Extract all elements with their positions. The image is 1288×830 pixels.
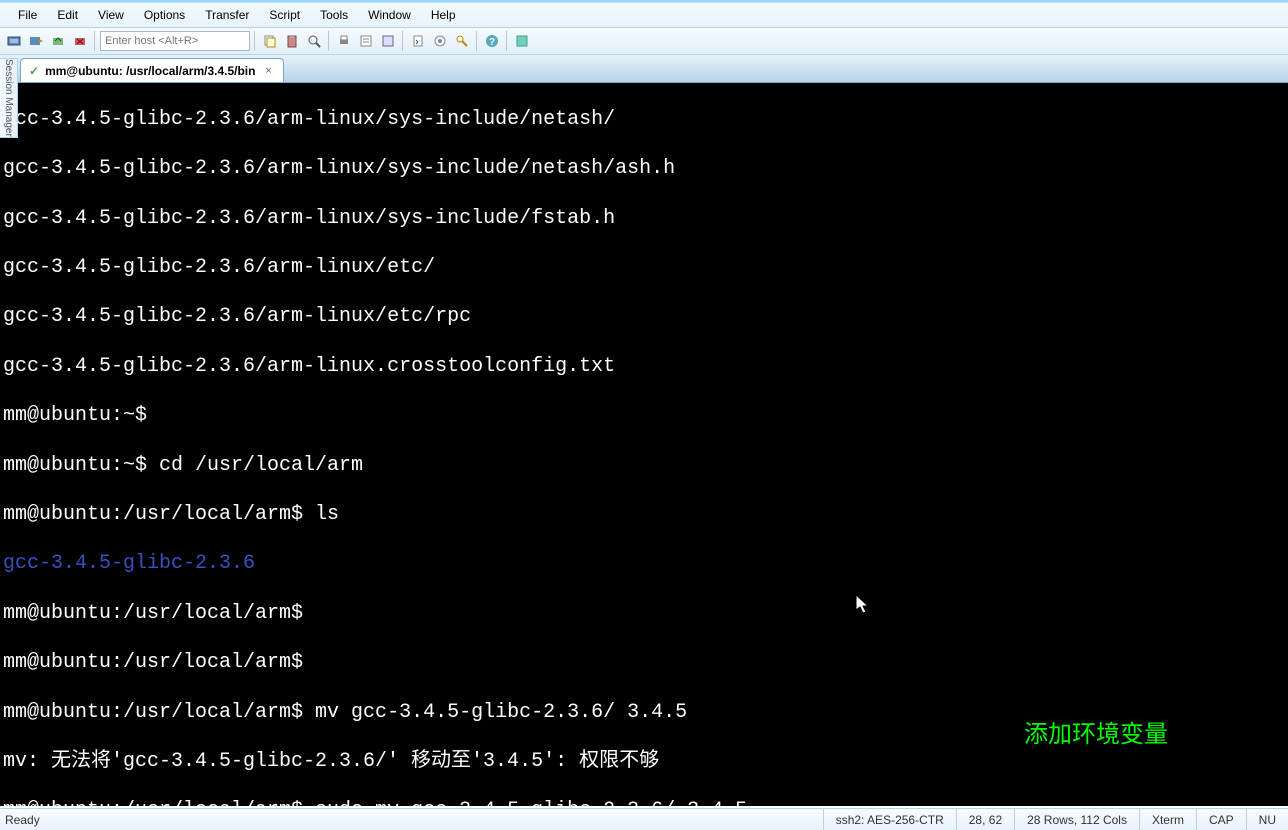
reconnect-icon[interactable]	[48, 31, 68, 51]
toolbar-separator	[254, 31, 256, 51]
toolbar-separator	[94, 31, 96, 51]
paste-icon[interactable]	[282, 31, 302, 51]
menu-file[interactable]: File	[8, 5, 47, 25]
terminal-line: mv: 无法将'gcc-3.4.5-glibc-2.3.6/' 移动至'3.4.…	[3, 750, 1288, 775]
session-manager-tab[interactable]: Session Manager	[0, 58, 18, 138]
status-termtype: Xterm	[1139, 809, 1196, 830]
terminal-line: mm@ubuntu:~$	[3, 404, 1288, 429]
help-icon[interactable]: ?	[482, 31, 502, 51]
status-position: 28, 62	[956, 809, 1014, 830]
menu-options[interactable]: Options	[134, 5, 195, 25]
terminal-line: mm@ubuntu:~$ cd /usr/local/arm	[3, 454, 1288, 479]
quick-connect-icon[interactable]	[26, 31, 46, 51]
menu-transfer[interactable]: Transfer	[195, 5, 259, 25]
toolbar: ?	[0, 28, 1288, 55]
menu-script[interactable]: Script	[259, 5, 310, 25]
menu-tools[interactable]: Tools	[310, 5, 358, 25]
properties-icon[interactable]	[356, 31, 376, 51]
status-ready: Ready	[0, 813, 823, 827]
script-icon[interactable]	[408, 31, 428, 51]
window-icon[interactable]	[512, 31, 532, 51]
copy-icon[interactable]	[260, 31, 280, 51]
host-input[interactable]	[100, 31, 250, 51]
toolbar-separator	[402, 31, 404, 51]
annotation-text: 添加环境变量	[1024, 723, 1168, 748]
toolbar-separator	[328, 31, 330, 51]
terminal-line: mm@ubuntu:/usr/local/arm$ sudo mv gcc-3.…	[3, 799, 1288, 806]
status-num: NU	[1246, 809, 1288, 830]
terminal-line: gcc-3.4.5-glibc-2.3.6/arm-linux/sys-incl…	[3, 108, 1288, 133]
tab-close-icon[interactable]: ×	[261, 64, 275, 78]
menu-edit[interactable]: Edit	[47, 5, 88, 25]
session-options-icon[interactable]	[378, 31, 398, 51]
terminal[interactable]: gcc-3.4.5-glibc-2.3.6/arm-linux/sys-incl…	[0, 83, 1288, 806]
terminal-line: mm@ubuntu:/usr/local/arm$ ls	[3, 503, 1288, 528]
svg-text:?: ?	[489, 37, 495, 48]
tab-title: mm@ubuntu: /usr/local/arm/3.4.5/bin	[45, 64, 255, 78]
menubar: File Edit View Options Transfer Script T…	[0, 3, 1288, 28]
toolbar-separator	[506, 31, 508, 51]
terminal-line: gcc-3.4.5-glibc-2.3.6/arm-linux/sys-incl…	[3, 157, 1288, 182]
connect-icon[interactable]	[4, 31, 24, 51]
menu-window[interactable]: Window	[358, 5, 421, 25]
disconnect-icon[interactable]	[70, 31, 90, 51]
status-caps: CAP	[1196, 809, 1246, 830]
menu-help[interactable]: Help	[421, 5, 466, 25]
terminal-line: gcc-3.4.5-glibc-2.3.6/arm-linux/sys-incl…	[3, 207, 1288, 232]
terminal-line: gcc-3.4.5-glibc-2.3.6/arm-linux/etc/rpc	[3, 305, 1288, 330]
toolbar-separator	[476, 31, 478, 51]
terminal-line: gcc-3.4.5-glibc-2.3.6	[3, 552, 1288, 577]
session-tab[interactable]: ✓ mm@ubuntu: /usr/local/arm/3.4.5/bin ×	[20, 58, 284, 82]
tools-icon[interactable]	[430, 31, 450, 51]
terminal-line: gcc-3.4.5-glibc-2.3.6/arm-linux/etc/	[3, 256, 1288, 281]
terminal-line: gcc-3.4.5-glibc-2.3.6/arm-linux.crosstoo…	[3, 355, 1288, 380]
tabbar: ✓ mm@ubuntu: /usr/local/arm/3.4.5/bin ×	[0, 55, 1288, 83]
print-icon[interactable]	[334, 31, 354, 51]
terminal-line: mm@ubuntu:/usr/local/arm$	[3, 651, 1288, 676]
statusbar: Ready ssh2: AES-256-CTR 28, 62 28 Rows, …	[0, 808, 1288, 830]
key-icon[interactable]	[452, 31, 472, 51]
menu-view[interactable]: View	[88, 5, 134, 25]
tab-connected-icon: ✓	[29, 64, 39, 78]
terminal-line: mm@ubuntu:/usr/local/arm$	[3, 602, 1288, 627]
find-icon[interactable]	[304, 31, 324, 51]
status-ssh: ssh2: AES-256-CTR	[823, 809, 956, 830]
status-size: 28 Rows, 112 Cols	[1014, 809, 1139, 830]
